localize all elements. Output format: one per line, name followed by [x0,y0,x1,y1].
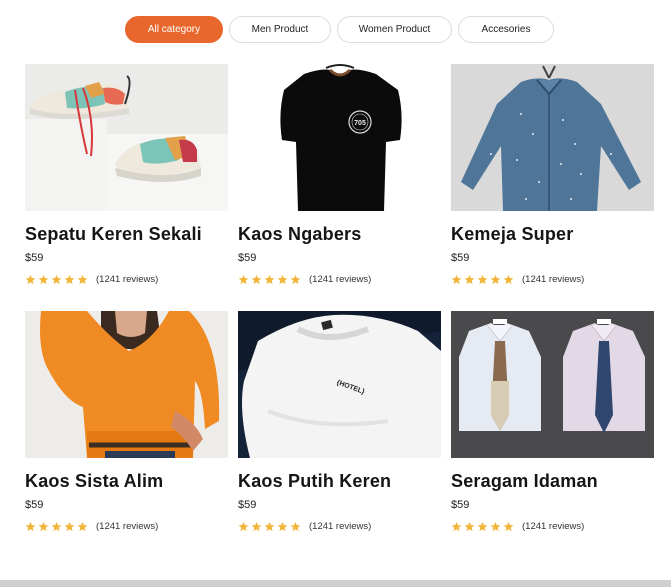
star-rating [451,521,514,532]
category-tabs: All category Men Product Women Product A… [0,16,671,44]
product-image-dress-shirts[interactable] [451,311,654,458]
product-title[interactable]: Sepatu Keren Sekali [25,224,202,245]
review-count: (1241 reviews) [96,521,159,532]
product-price: $59 [451,252,470,264]
star-icon [477,274,488,285]
product-rating: (1241 reviews) [451,274,584,285]
product-rating: (1241 reviews) [451,521,584,532]
product-image-denim-shirt[interactable] [451,64,654,211]
star-icon [64,274,75,285]
product-price: $59 [451,499,470,511]
star-rating [238,274,301,285]
product-rating: (1241 reviews) [238,274,371,285]
star-rating [25,521,88,532]
product-price: $59 [25,252,44,264]
star-icon [451,274,462,285]
tab-men-product[interactable]: Men Product [229,16,331,43]
star-icon [251,274,262,285]
review-count: (1241 reviews) [522,274,585,285]
tab-women-product[interactable]: Women Product [337,16,452,43]
tab-accesories[interactable]: Accesories [458,16,554,43]
star-icon [264,274,275,285]
product-price: $59 [238,499,257,511]
tshirt-print-text: 705 [354,120,366,127]
star-icon [238,521,249,532]
star-icon [451,521,462,532]
star-icon [38,274,49,285]
star-icon [277,274,288,285]
product-rating: (1241 reviews) [238,521,371,532]
star-rating [25,274,88,285]
product-image-orange-sweater[interactable] [25,311,228,458]
product-price: $59 [238,252,257,264]
star-icon [25,274,36,285]
star-icon [64,521,75,532]
star-icon [51,274,62,285]
star-icon [290,274,301,285]
product-rating: (1241 reviews) [25,521,158,532]
product-image-sneakers[interactable] [25,64,228,211]
star-icon [464,521,475,532]
star-icon [490,274,501,285]
star-icon [464,274,475,285]
product-title[interactable]: Kaos Ngabers [238,224,361,245]
product-price: $59 [25,499,44,511]
product-title[interactable]: Kaos Sista Alim [25,471,163,492]
star-rating [238,521,301,532]
product-title[interactable]: Seragam Idaman [451,471,598,492]
review-count: (1241 reviews) [522,521,585,532]
star-icon [25,521,36,532]
star-icon [51,521,62,532]
star-icon [264,521,275,532]
star-icon [503,521,514,532]
star-icon [290,521,301,532]
review-count: (1241 reviews) [309,274,372,285]
bottom-bar [0,580,671,587]
star-icon [503,274,514,285]
tab-all-category[interactable]: All category [125,16,223,43]
product-image-black-tshirt[interactable]: 705 [238,64,441,211]
star-rating [451,274,514,285]
review-count: (1241 reviews) [309,521,372,532]
product-image-white-tshirt[interactable]: {HOTEL} [238,311,441,458]
star-icon [490,521,501,532]
star-icon [251,521,262,532]
star-icon [238,274,249,285]
product-title[interactable]: Kaos Putih Keren [238,471,391,492]
product-rating: (1241 reviews) [25,274,158,285]
review-count: (1241 reviews) [96,274,159,285]
star-icon [77,521,88,532]
star-icon [477,521,488,532]
star-icon [277,521,288,532]
star-icon [38,521,49,532]
product-title[interactable]: Kemeja Super [451,224,573,245]
star-icon [77,274,88,285]
